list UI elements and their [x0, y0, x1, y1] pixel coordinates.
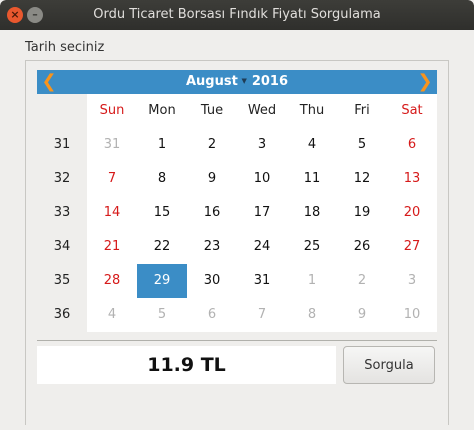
calendar-header: ❮ August ▼ 2016 ❯ [37, 70, 437, 94]
day-cell[interactable]: 8 [137, 162, 187, 196]
weekday-header: Mon [148, 103, 176, 118]
week-number: 31 [53, 137, 71, 152]
day-cell[interactable]: 10 [237, 162, 287, 196]
day-cell[interactable]: 5 [137, 298, 187, 332]
day-cell[interactable]: 6 [387, 128, 437, 162]
day-cell[interactable]: 10 [387, 298, 437, 332]
day-cell[interactable]: 25 [287, 230, 337, 264]
date-prompt-label: Tarih seciniz [25, 40, 105, 55]
day-cell[interactable]: 6 [187, 298, 237, 332]
title-bar: × – Ordu Ticaret Borsası Fındık Fiyatı S… [0, 0, 474, 30]
day-cell[interactable]: 7 [87, 162, 137, 196]
day-cell[interactable]: 1 [137, 128, 187, 162]
day-cell[interactable]: 31 [237, 264, 287, 298]
week-number: 33 [53, 205, 71, 220]
weekday-header: Wed [247, 103, 277, 118]
month-dropdown[interactable]: August ▼ [185, 74, 247, 89]
day-cell[interactable]: 18 [287, 196, 337, 230]
week-number: 34 [53, 239, 71, 254]
day-cell[interactable]: 14 [87, 196, 137, 230]
day-cell[interactable]: 9 [187, 162, 237, 196]
day-cell[interactable]: 22 [137, 230, 187, 264]
day-cell[interactable]: 26 [337, 230, 387, 264]
week-number: 32 [53, 171, 71, 186]
close-icon[interactable]: × [7, 7, 23, 23]
chevron-down-icon: ▼ [241, 77, 247, 85]
minimize-icon[interactable]: – [27, 7, 43, 23]
day-cell[interactable]: 4 [287, 128, 337, 162]
year-field[interactable]: 2016 [252, 74, 288, 89]
query-button[interactable]: Sorgula [343, 346, 435, 384]
day-cell[interactable]: 24 [237, 230, 287, 264]
weekday-header: Tue [200, 103, 224, 118]
day-cell[interactable]: 16 [187, 196, 237, 230]
month-year-selector: August ▼ 2016 [37, 70, 437, 94]
day-cell[interactable]: 19 [337, 196, 387, 230]
day-cell[interactable]: 3 [387, 264, 437, 298]
week-number: 36 [53, 307, 71, 322]
day-cell[interactable]: 17 [237, 196, 287, 230]
day-cell[interactable]: 1 [287, 264, 337, 298]
day-cell[interactable]: 11 [287, 162, 337, 196]
day-cell[interactable]: 4 [87, 298, 137, 332]
day-cell[interactable]: 20 [387, 196, 437, 230]
day-cell[interactable]: 21 [87, 230, 137, 264]
day-cell[interactable]: 30 [187, 264, 237, 298]
day-cell[interactable]: 23 [187, 230, 237, 264]
day-cell[interactable]: 9 [337, 298, 387, 332]
weekday-header: Fri [354, 103, 370, 118]
window-title: Ordu Ticaret Borsası Fındık Fiyatı Sorgu… [93, 7, 381, 22]
day-cell[interactable]: 31 [87, 128, 137, 162]
day-cell[interactable]: 12 [337, 162, 387, 196]
day-cell[interactable]: 7 [237, 298, 287, 332]
day-cell[interactable]: 15 [137, 196, 187, 230]
day-cell[interactable]: 13 [387, 162, 437, 196]
weekday-header: Sun [99, 103, 125, 118]
day-cell[interactable]: 2 [187, 128, 237, 162]
day-cell[interactable]: 27 [387, 230, 437, 264]
day-cell[interactable]: 5 [337, 128, 387, 162]
next-month-icon[interactable]: ❯ [413, 70, 437, 94]
weekday-header: Sat [401, 103, 423, 118]
divider [37, 340, 437, 341]
calendar-widget[interactable]: ❮ August ▼ 2016 ❯ Sun Mon Tue Wed Thu Fri Sat 31 3… [37, 70, 437, 332]
group-frame-right [448, 60, 449, 425]
day-cell[interactable]: 28 [87, 264, 137, 298]
app-window: × – Ordu Ticaret Borsası Fındık Fiyatı S… [0, 0, 474, 430]
day-cell[interactable]: 2 [337, 264, 387, 298]
day-cell[interactable]: 3 [237, 128, 287, 162]
price-display: 11.9 TL [37, 346, 336, 384]
group-frame-left [25, 60, 26, 425]
group-frame-top [25, 60, 449, 61]
month-label: August [185, 74, 238, 89]
week-number: 35 [53, 273, 71, 288]
selected-day-cell[interactable]: 29 [137, 264, 187, 298]
day-cell[interactable]: 8 [287, 298, 337, 332]
weekday-header: Thu [299, 103, 325, 118]
